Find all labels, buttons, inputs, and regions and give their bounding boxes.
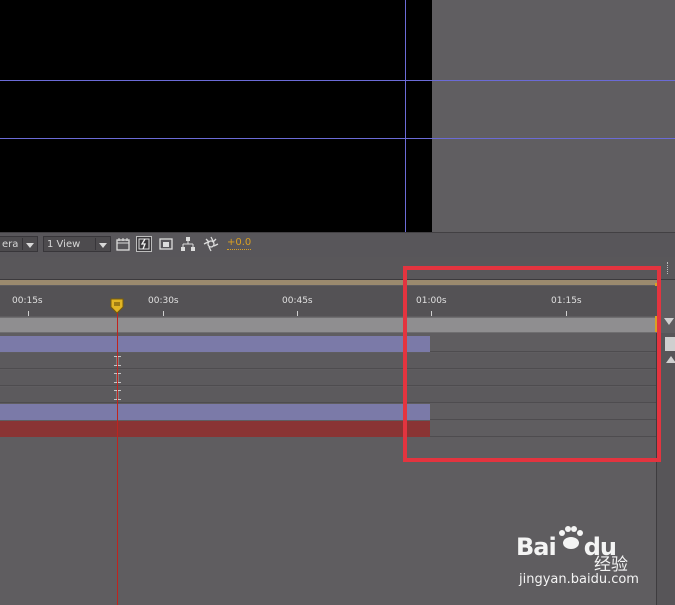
ruler-label: 00:30s xyxy=(148,296,179,306)
view-layout-label: 1 View xyxy=(47,239,81,250)
baidu-logo-text: Bai xyxy=(516,533,557,561)
horizontal-guide[interactable] xyxy=(0,138,432,139)
vertical-guide[interactable] xyxy=(405,0,406,232)
viewer-toolbar: era 1 View xyxy=(0,232,675,258)
dropdown-separator xyxy=(95,238,96,250)
chevron-down-icon[interactable] xyxy=(664,318,674,325)
current-time-indicator-icon[interactable] xyxy=(110,298,124,314)
dropdown-separator xyxy=(22,238,23,250)
region-of-interest-icon[interactable] xyxy=(115,236,131,252)
paw-icon xyxy=(556,525,584,557)
pasteboard-area xyxy=(432,0,675,232)
watermark-url: jingyan.baidu.com xyxy=(519,572,639,587)
horizontal-guide[interactable] xyxy=(432,80,675,81)
panel-menu-icon[interactable] xyxy=(667,262,675,274)
chevron-down-icon xyxy=(26,243,34,248)
timeline-toggle-icon[interactable] xyxy=(158,236,174,252)
layer-duration-bar[interactable] xyxy=(0,404,430,420)
chevron-down-icon xyxy=(99,243,107,248)
ruler-tick xyxy=(28,311,29,316)
view-layout-dropdown[interactable]: 1 View xyxy=(43,236,111,252)
layer-duration-bar[interactable] xyxy=(0,421,430,437)
highlight-box xyxy=(403,266,661,462)
current-time-indicator-line[interactable] xyxy=(117,305,118,605)
camera-dropdown[interactable]: era xyxy=(0,236,38,252)
ruler-label: 00:15s xyxy=(12,296,43,306)
ruler-label: 00:45s xyxy=(282,296,313,306)
layer-duration-bar[interactable] xyxy=(0,336,430,352)
scroll-up-icon[interactable] xyxy=(666,356,675,363)
ruler-tick xyxy=(163,311,164,316)
exposure-value[interactable]: +0.0 xyxy=(227,237,252,250)
zoom-icon[interactable] xyxy=(665,337,675,351)
horizontal-guide[interactable] xyxy=(0,80,432,81)
composition-viewer[interactable] xyxy=(0,0,432,232)
exposure-reset-icon[interactable] xyxy=(203,236,219,252)
flowchart-icon[interactable] xyxy=(180,236,196,252)
fast-previews-icon[interactable] xyxy=(136,236,152,252)
horizontal-guide[interactable] xyxy=(432,138,675,139)
ruler-tick xyxy=(297,311,298,316)
camera-dropdown-label: era xyxy=(2,239,19,250)
